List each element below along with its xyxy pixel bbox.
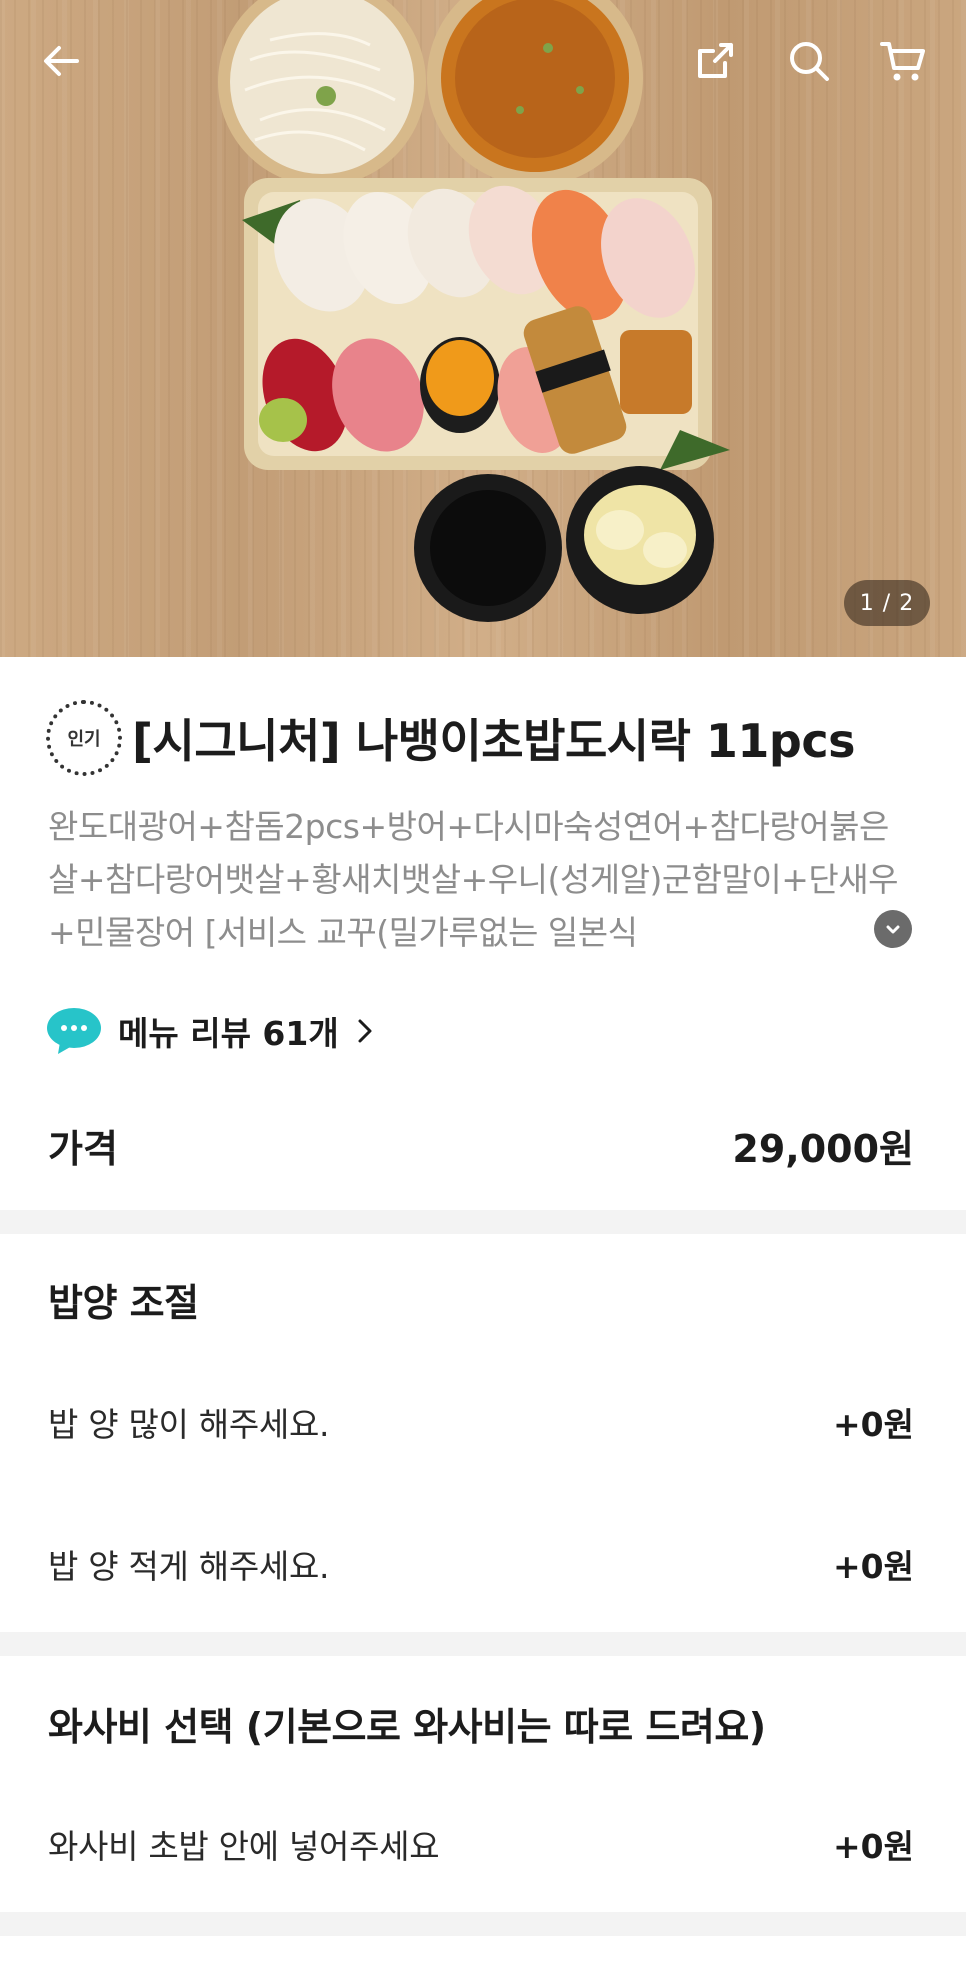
option-price: +0원 [833, 1547, 914, 1586]
search-icon [790, 42, 829, 81]
option-row-more-rice[interactable]: 밥 양 많이 해주세요. +0원 [48, 1398, 914, 1446]
product-image-carousel[interactable]: 1 / 2 [0, 0, 966, 657]
menu-review-label: 메뉴 리뷰 61개 [118, 1014, 339, 1053]
cart-icon [880, 42, 925, 81]
product-photo [218, 0, 730, 622]
menu-review-link[interactable]: 메뉴 리뷰 61개 [46, 1006, 375, 1056]
option-row-less-rice[interactable]: 밥 양 적게 해주세요. +0원 [48, 1540, 914, 1588]
price-row: 가격 29,000원 [48, 1118, 914, 1173]
product-title-row: 인기 [시그니처] 나뱅이초밥도시락 11pcs [46, 700, 926, 776]
option-row-wasabi-inside[interactable]: 와사비 초밥 안에 넣어주세요 +0원 [48, 1820, 914, 1868]
price-label: 가격 [48, 1127, 118, 1171]
product-description: 완도대광어+참돔2pcs+방어+다시마숙성연어+참다랑어붉은살+참다랑어뱃살+황… [48, 807, 899, 952]
option-label: 와사비 초밥 안에 넣어주세요 [48, 1827, 440, 1866]
back-arrow-icon [44, 46, 79, 76]
option-label: 밥 양 적게 해주세요. [48, 1547, 330, 1586]
option-label: 밥 양 많이 해주세요. [48, 1405, 330, 1444]
share-icon [698, 43, 733, 78]
option-price: +0원 [833, 1405, 914, 1444]
popular-badge: 인기 [46, 700, 122, 776]
popular-badge-label: 인기 [67, 729, 101, 750]
chat-bubble-icon [47, 1008, 101, 1054]
price-value: 29,000원 [732, 1127, 914, 1171]
image-page-indicator: 1 / 2 [844, 580, 930, 626]
option-price: +0원 [833, 1827, 914, 1866]
chevron-right-icon [358, 1019, 372, 1043]
section-divider [0, 1912, 966, 1936]
back-button[interactable] [30, 30, 92, 92]
share-button[interactable] [684, 30, 746, 92]
rice-amount-section-title: 밥양 조절 [48, 1281, 199, 1325]
expand-description-button[interactable] [874, 910, 912, 948]
section-divider [0, 1210, 966, 1234]
search-button[interactable] [778, 30, 840, 92]
product-title: [시그니처] 나뱅이초밥도시락 11pcs [132, 714, 856, 768]
section-divider [0, 1632, 966, 1656]
wasabi-section-title: 와사비 선택 (기본으로 와사비는 따로 드려요) [48, 1705, 766, 1749]
chevron-down-icon [886, 925, 900, 934]
cart-button[interactable] [872, 30, 934, 92]
